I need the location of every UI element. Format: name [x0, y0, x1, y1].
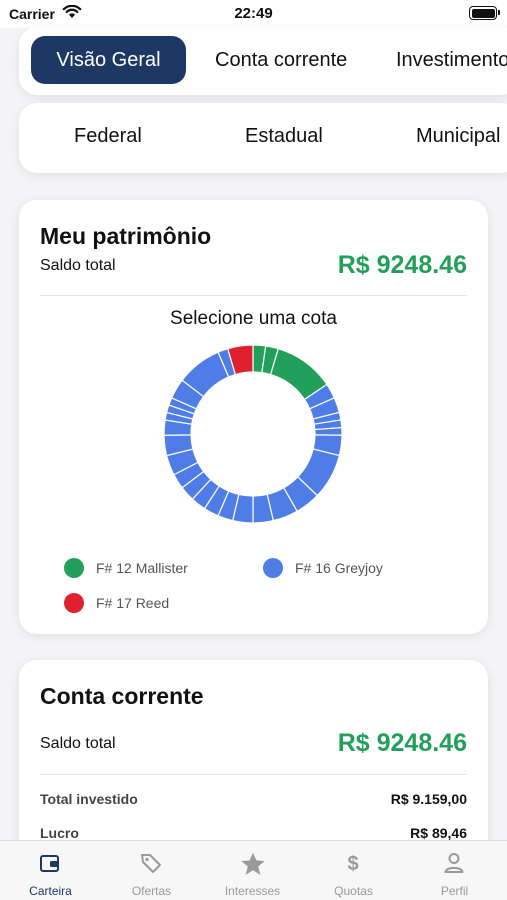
wallet-icon — [40, 855, 59, 872]
legend-label-mallister: F# 12 Mallister — [96, 560, 188, 576]
donut-slice-f-16-greyjoy-7[interactable] — [314, 426, 343, 436]
lucro-label: Lucro — [40, 825, 79, 841]
tab-label-perfil: Perfil — [440, 884, 469, 898]
saldo-total-value: R$ 9248.46 — [337, 251, 467, 279]
conta-corrente-title: Conta corrente — [40, 683, 204, 709]
battery-icon — [469, 6, 500, 20]
tab-ofertas[interactable]: Ofertas — [101, 841, 202, 900]
total-investido-value: R$ 9.159,00 — [390, 791, 467, 807]
status-bar: Carrier 22:49 — [0, 0, 507, 28]
patrimonio-card: Meu patrimônio Saldo total R$ 9248.46 Se… — [19, 200, 488, 634]
tab-carteira[interactable]: Carteira — [0, 841, 101, 900]
conta-corrente-card: Conta corrente Saldo total R$ 9248.46 To… — [19, 660, 488, 860]
dollar-icon: $ — [347, 853, 358, 875]
legend-label-reed: F# 17 Reed — [96, 595, 170, 611]
tab-investimentos[interactable]: Investimentos — [396, 36, 507, 84]
tab-label-ofertas: Ofertas — [131, 884, 172, 898]
tab-perfil[interactable]: Perfil — [404, 841, 505, 900]
divider — [40, 774, 467, 775]
legend-dot-mallister — [64, 558, 84, 578]
tab-quotas[interactable]: $ Quotas — [303, 841, 404, 900]
total-investido-label: Total investido — [40, 791, 138, 807]
tab-municipal[interactable]: Municipal — [416, 125, 500, 148]
bottom-tab-bar: Carteira Ofertas Interesses $ Quotas Per… — [0, 840, 507, 900]
tab-label-interesses: Interesses — [224, 884, 281, 898]
tag-icon — [141, 854, 161, 873]
secondary-tabs: Federal Estadual Municipal — [19, 103, 507, 173]
tab-estadual[interactable]: Estadual — [245, 125, 323, 148]
tab-label-carteira: Carteira — [29, 884, 72, 898]
tab-label-quotas: Quotas — [334, 884, 373, 898]
clock: 22:49 — [234, 5, 273, 22]
svg-text:$: $ — [347, 853, 358, 875]
legend-label-greyjoy: F# 16 Greyjoy — [295, 560, 383, 576]
saldo-total-label: Saldo total — [40, 257, 116, 274]
patrimonio-title: Meu patrimônio — [40, 223, 212, 249]
divider — [40, 295, 467, 296]
tab-interesses[interactable]: Interesses — [202, 841, 303, 900]
lucro-value: R$ 89,46 — [410, 825, 467, 841]
cc-saldo-total-value: R$ 9248.46 — [337, 729, 467, 757]
person-icon — [444, 853, 464, 873]
chart-title: Selecione uma cota — [170, 308, 337, 329]
primary-tabs: Visão Geral Conta corrente Investimentos — [19, 27, 507, 95]
star-icon — [241, 852, 265, 875]
legend-dot-reed — [64, 593, 84, 613]
legend-dot-greyjoy — [263, 558, 283, 578]
donut-chart[interactable] — [163, 344, 343, 524]
tab-conta-corrente[interactable]: Conta corrente — [215, 36, 347, 84]
tab-visao-geral[interactable]: Visão Geral — [31, 36, 186, 84]
cc-saldo-total-label: Saldo total — [40, 735, 116, 752]
tab-federal[interactable]: Federal — [74, 125, 142, 148]
